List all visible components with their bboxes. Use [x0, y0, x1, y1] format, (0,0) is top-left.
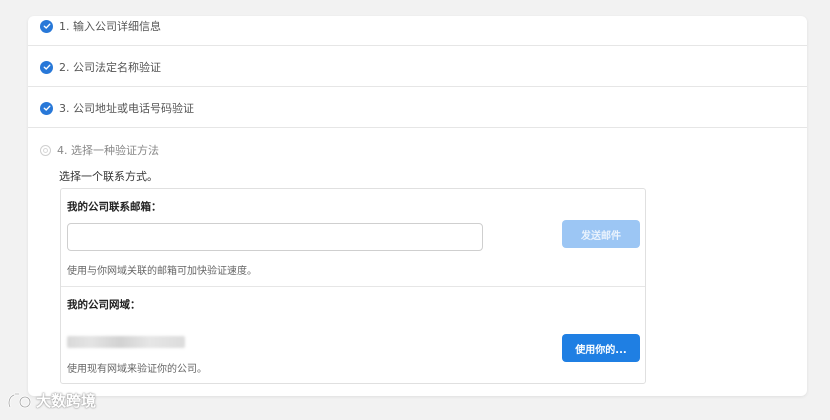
step-1-row: 1. 输入公司详细信息 [40, 18, 161, 34]
domain-option-label: 我的公司网域： [67, 299, 141, 311]
checkmark-circle-icon [40, 19, 53, 33]
verification-card: 1. 输入公司详细信息 2. 公司法定名称验证 3. 公司地址或电话号码验证 4… [28, 16, 807, 396]
step-1: 1. 输入公司详细信息 [28, 16, 807, 46]
step-3: 3. 公司地址或电话号码验证 [28, 87, 807, 128]
watermark-logo-icon [7, 392, 32, 408]
email-option-help: 使用与你网域关联的邮箱可加快验证速度。 [67, 266, 257, 277]
verification-options: 我的公司联系邮箱： 发送邮件 使用与你网域关联的邮箱可加快验证速度。 我的公司网… [60, 188, 646, 384]
step-2: 2. 公司法定名称验证 [28, 46, 807, 87]
step-2-row: 2. 公司法定名称验证 [40, 59, 161, 75]
step-2-label: 2. 公司法定名称验证 [59, 61, 161, 74]
domain-option-help: 使用现有网域来验证你的公司。 [67, 364, 207, 375]
use-domain-button[interactable]: 使用你的... [562, 334, 640, 362]
radio-circle-icon [40, 144, 51, 156]
checkmark-circle-icon [40, 60, 53, 74]
watermark-text: 大数跨境 [36, 392, 97, 410]
send-email-button[interactable]: 发送邮件 [562, 220, 640, 248]
checkmark-circle-icon [40, 101, 53, 115]
step-4-label: 4. 选择一种验证方法 [57, 144, 159, 157]
step-3-row: 3. 公司地址或电话号码验证 [40, 100, 194, 116]
step-4-row: 4. 选择一种验证方法 [40, 142, 159, 158]
options-divider [61, 286, 645, 287]
watermark: 大数跨境 [6, 390, 96, 411]
redacted-domain [67, 336, 185, 348]
step-3-label: 3. 公司地址或电话号码验证 [59, 102, 194, 115]
verification-intro: 选择一个联系方式。 [59, 170, 158, 183]
company-email-input[interactable] [67, 223, 483, 251]
step-1-label: 1. 输入公司详细信息 [59, 20, 161, 33]
email-option-label: 我的公司联系邮箱： [67, 201, 162, 213]
